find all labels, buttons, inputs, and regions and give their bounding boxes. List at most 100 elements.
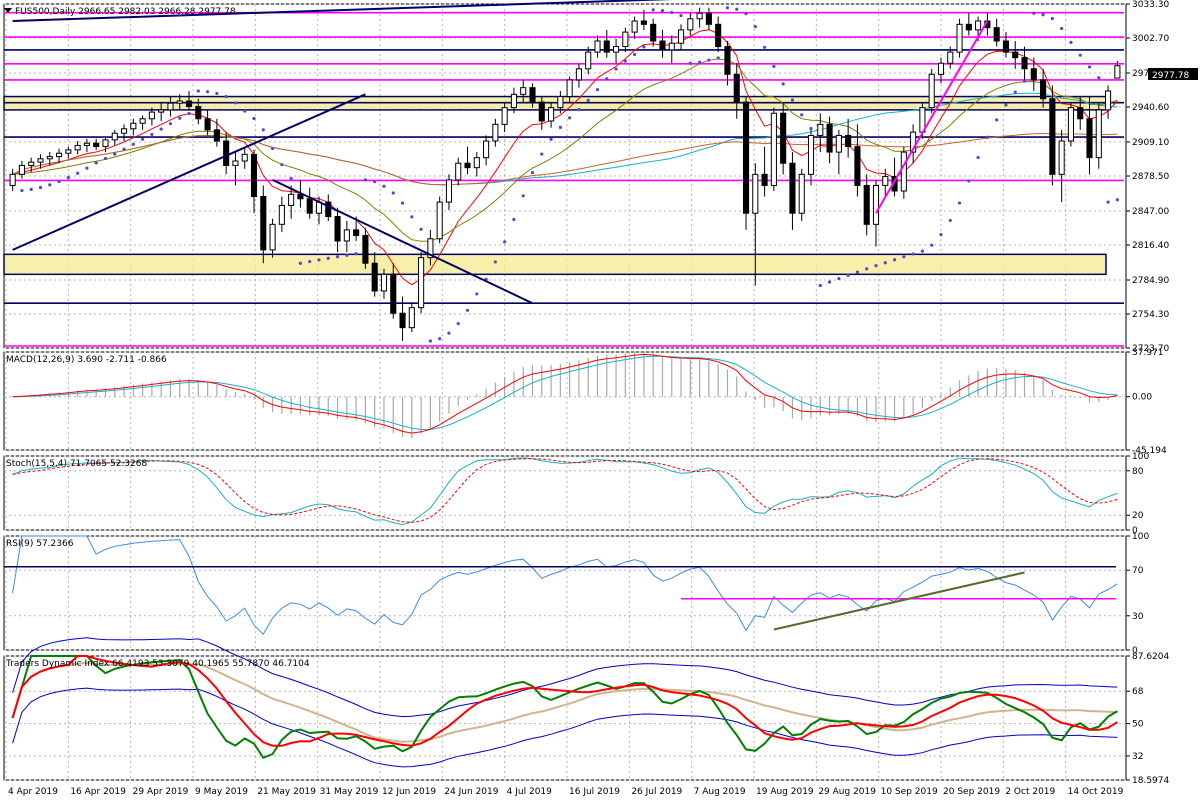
sar-dot <box>48 183 52 187</box>
y-tick-label: 100 <box>1132 452 1149 462</box>
sar-dot <box>122 147 126 151</box>
sar-dot <box>753 24 757 29</box>
sar-dot <box>326 256 330 260</box>
candle-down <box>464 162 471 169</box>
candle-down <box>185 100 193 108</box>
sar-dot <box>29 187 33 191</box>
sar-dot <box>419 227 423 231</box>
candle-up <box>269 223 276 251</box>
candle-down <box>845 134 852 148</box>
x-tick-label: 20 Sep 2019 <box>943 787 1000 797</box>
rsi-title: RSI(9) 57.2366 <box>6 539 74 549</box>
sar-dot <box>475 292 479 296</box>
sar-dot <box>150 132 154 137</box>
sar-dot <box>744 12 748 16</box>
sar-dot <box>308 259 312 264</box>
sar-dot <box>521 194 525 198</box>
candle-up <box>120 128 128 134</box>
sar-dot <box>1106 200 1110 204</box>
sar-dot <box>187 111 191 116</box>
candle-up <box>501 107 508 125</box>
sar-dot <box>595 87 600 92</box>
sar-dot <box>38 185 43 190</box>
x-tick-label: 31 May 2019 <box>320 787 379 797</box>
candle-up <box>835 134 842 153</box>
sar-dot <box>335 255 340 259</box>
candle-down <box>640 20 647 25</box>
sar-dot <box>1069 40 1073 44</box>
sar-dot <box>280 163 284 167</box>
sar-dot <box>400 201 405 205</box>
candle-up <box>548 107 555 122</box>
candle-down <box>650 23 657 42</box>
last-price-tag: 2977.78 <box>1148 68 1198 81</box>
sar-dot <box>456 321 460 326</box>
candle-up <box>687 18 694 31</box>
y-tick-label: 2754.30 <box>1132 310 1169 320</box>
sar-dot <box>540 152 544 156</box>
candle-up <box>872 184 880 225</box>
sar-dot <box>651 8 655 12</box>
sar-dot <box>586 98 590 102</box>
candle-up <box>1058 140 1065 175</box>
sar-dot <box>224 95 228 99</box>
sar-dot <box>215 91 219 96</box>
sar-dot <box>196 89 200 93</box>
candle-down <box>1002 40 1010 53</box>
sar-dot <box>660 9 665 13</box>
candle-down <box>715 23 722 48</box>
candle-down <box>93 142 100 148</box>
sar-dot <box>270 146 275 151</box>
candle-up <box>46 156 53 160</box>
candle-down <box>733 73 740 103</box>
candle-up <box>111 132 118 141</box>
sar-dot <box>642 45 646 49</box>
candle-up <box>37 158 44 163</box>
sar-dot <box>391 191 395 195</box>
sar-dot <box>930 243 934 247</box>
y-tick-label: 0.00 <box>1132 393 1152 403</box>
candle-down <box>965 23 972 31</box>
sar-dot <box>605 77 609 81</box>
sar-dot <box>809 126 813 131</box>
sar-dot <box>159 127 163 131</box>
sar-dot <box>113 152 117 156</box>
y-tick-label: 18.5974 <box>1132 776 1169 786</box>
sar-dot <box>920 249 925 253</box>
sar-dot <box>967 179 971 183</box>
macd-title: MACD(12,26,9) 3.690 -2.711 -0.866 <box>6 355 167 365</box>
sar-dot <box>735 7 739 11</box>
sar-dot <box>354 252 358 256</box>
sar-dot <box>289 176 293 181</box>
sar-dot <box>233 101 238 105</box>
sar-dot <box>438 337 442 341</box>
candle-up <box>696 12 703 20</box>
sar-dot <box>410 215 414 219</box>
sar-dot <box>85 166 89 170</box>
candle-up <box>900 151 907 192</box>
candle-up <box>176 100 183 104</box>
sar-dot <box>577 108 581 112</box>
candle-down <box>993 27 1000 42</box>
candle-down <box>1021 57 1028 70</box>
chart-canvas[interactable]: 4 Apr 2019 16 Apr 2019 29 Apr 2019 9 May 20… <box>0 0 1200 800</box>
candle-down <box>780 112 787 164</box>
sar-dot <box>243 109 247 113</box>
candle-down <box>390 273 397 314</box>
sar-dot <box>772 64 776 68</box>
sar-dot <box>428 339 432 343</box>
candle-up <box>882 176 889 186</box>
sar-dot <box>261 128 265 132</box>
candle-up <box>18 164 25 175</box>
sar-dot <box>633 52 637 57</box>
candle-up <box>102 139 109 148</box>
sar-dot <box>363 178 368 182</box>
sar-dot <box>558 125 562 129</box>
candle-up <box>139 118 146 124</box>
candle-up <box>1114 65 1121 79</box>
candle-down <box>1049 98 1056 175</box>
last-price-label: 2977.78 <box>1152 71 1189 81</box>
sar-dot <box>103 156 108 161</box>
candle-up <box>975 20 982 31</box>
x-tick-label: 12 Jun 2019 <box>382 787 436 797</box>
